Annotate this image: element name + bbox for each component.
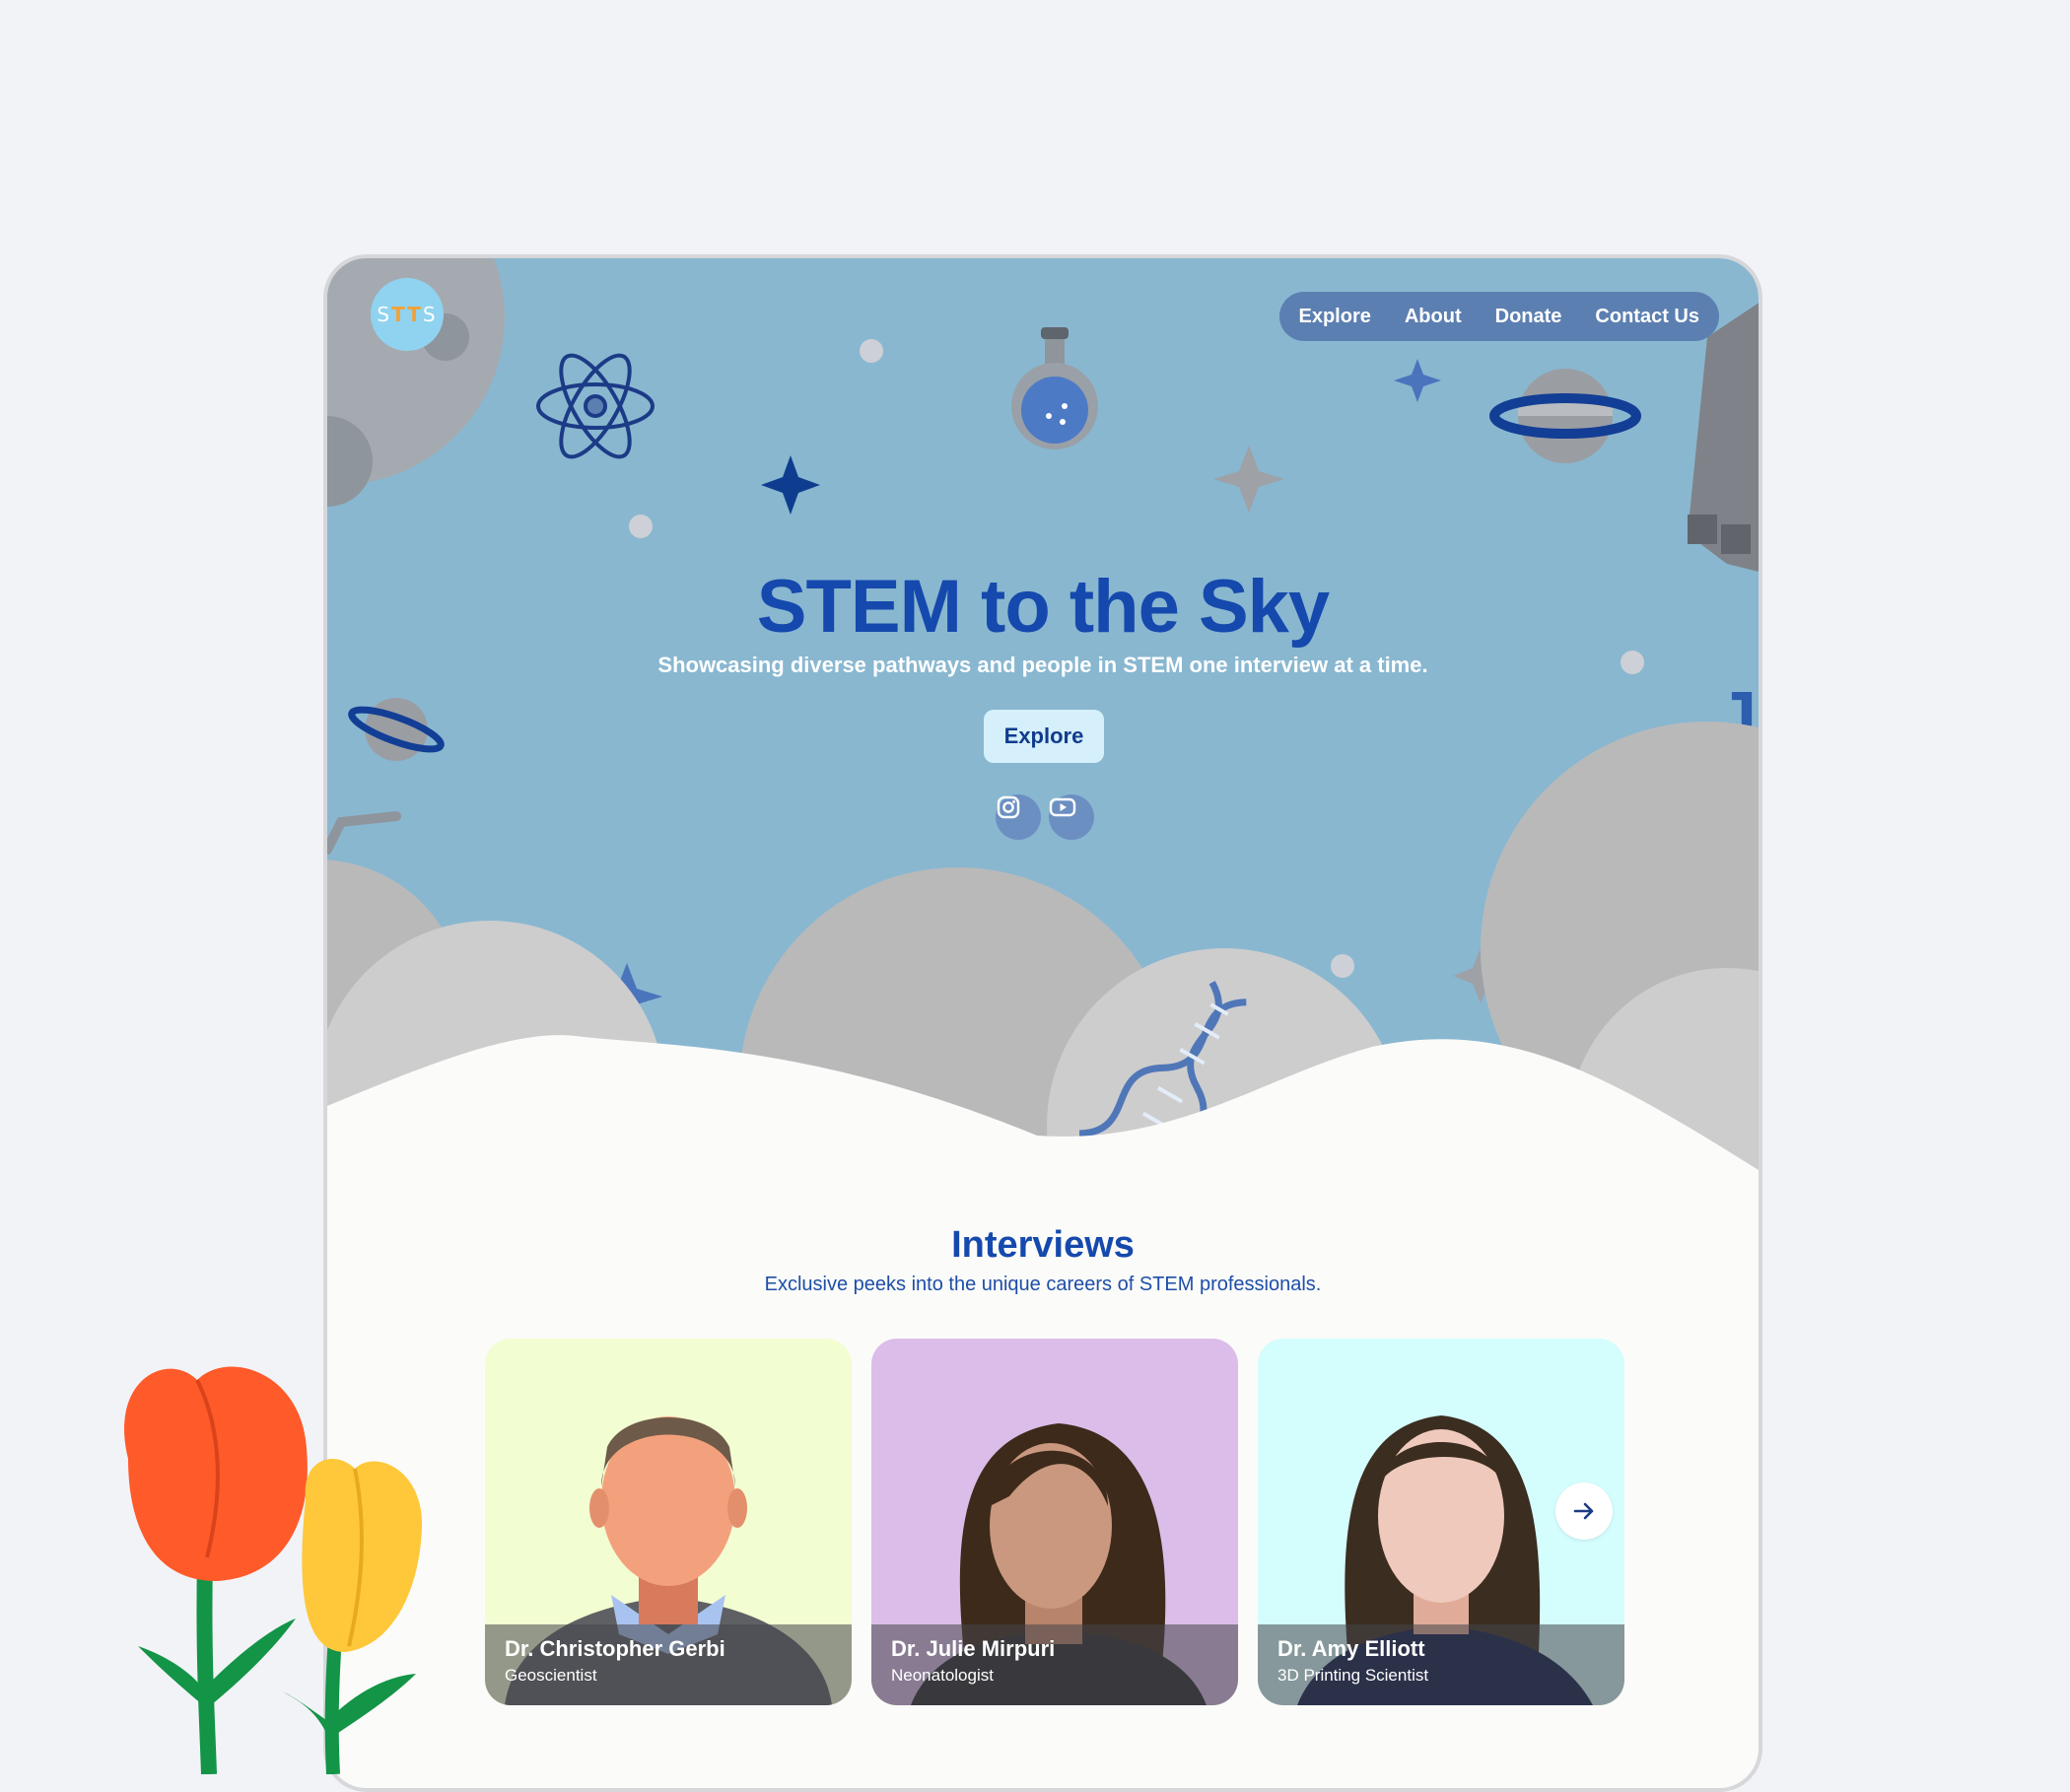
nav-donate[interactable]: Donate	[1495, 306, 1562, 328]
instagram-button[interactable]	[996, 794, 1041, 840]
main-nav: Explore About Donate Contact Us	[1278, 292, 1719, 341]
interviewee-name: Dr. Christopher Gerbi	[505, 1636, 725, 1661]
card-caption: Dr. Julie Mirpuri Neonatologist	[871, 1624, 1238, 1705]
hero-title: STEM to the Sky	[756, 565, 1330, 649]
interviews-heading: Interviews	[951, 1224, 1135, 1266]
youtube-button[interactable]	[1049, 794, 1094, 840]
interview-card[interactable]: Dr. Julie Mirpuri Neonatologist	[871, 1339, 1238, 1705]
tulips-illustration	[124, 1366, 423, 1774]
nav-explore[interactable]: Explore	[1299, 306, 1371, 328]
youtube-icon	[1049, 797, 1076, 817]
logo-letter: S	[377, 303, 392, 326]
nav-about[interactable]: About	[1405, 306, 1462, 328]
interview-card[interactable]: Dr. Christopher Gerbi Geoscientist	[485, 1339, 852, 1705]
interviewee-role: Neonatologist	[891, 1666, 994, 1685]
instagram-icon	[997, 795, 1020, 819]
card-caption: Dr. Christopher Gerbi Geoscientist	[485, 1624, 852, 1705]
card-caption: Dr. Amy Elliott 3D Printing Scientist	[1258, 1624, 1624, 1705]
interviews-subtitle: Exclusive peeks into the unique careers …	[764, 1274, 1322, 1295]
nav-contact-us[interactable]: Contact Us	[1595, 306, 1699, 328]
interviewee-name: Dr. Julie Mirpuri	[891, 1636, 1056, 1661]
logo-letter: S	[422, 303, 438, 326]
interviewee-name: Dr. Amy Elliott	[1277, 1636, 1425, 1661]
arrow-right-icon	[1573, 1502, 1594, 1520]
site-logo[interactable]: S TT S	[371, 278, 444, 351]
interviewee-role: Geoscientist	[505, 1666, 597, 1685]
logo-mark: TT	[391, 303, 423, 326]
carousel-next-button[interactable]	[1555, 1482, 1613, 1540]
hero-subtitle: Showcasing diverse pathways and people i…	[657, 653, 1428, 677]
interviewee-role: 3D Printing Scientist	[1277, 1666, 1429, 1685]
explore-button[interactable]: Explore	[984, 710, 1104, 763]
browser-frame: J S TT S Explore About Donate Contact Us…	[323, 254, 1762, 1792]
hero-section: J S TT S Explore About Donate Contact Us…	[327, 258, 1759, 1244]
